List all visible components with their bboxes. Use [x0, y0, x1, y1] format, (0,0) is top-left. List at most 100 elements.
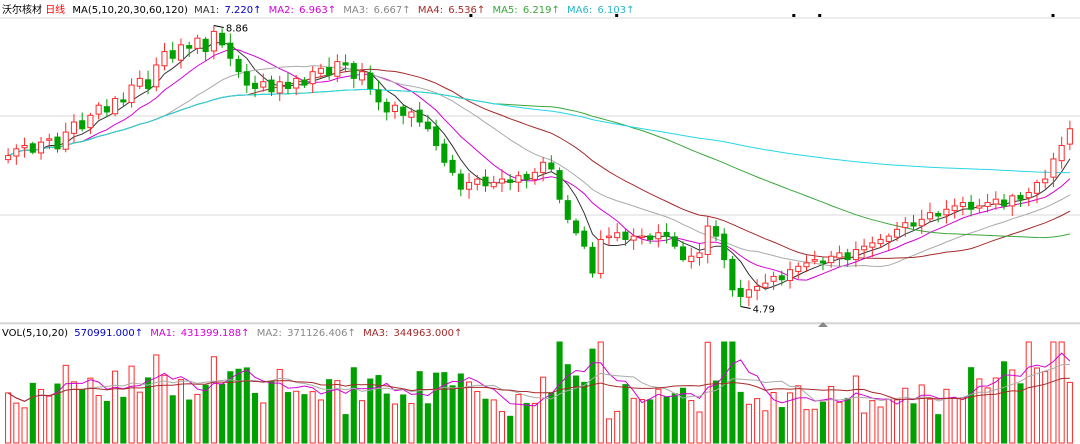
- candle-up: [893, 228, 901, 238]
- candle-up: [128, 84, 135, 104]
- candle-down: [375, 89, 382, 103]
- candle-up: [1042, 178, 1049, 184]
- candle-up: [177, 44, 185, 61]
- legend-ma4-value: 6.536↑: [448, 5, 485, 16]
- candle-down: [367, 72, 374, 89]
- volume-bar-down: [120, 396, 127, 444]
- candle-up: [70, 121, 78, 134]
- candle-down: [589, 246, 596, 274]
- candle-up: [877, 238, 884, 245]
- volume-bar-down: [507, 415, 514, 444]
- candle-down: [120, 99, 127, 103]
- vol-legend-ma1-label: MA1:: [150, 328, 175, 339]
- candle-up: [614, 232, 621, 239]
- volume-bar-up: [696, 411, 703, 444]
- volume-bar-up: [358, 400, 366, 444]
- volume-bar-up: [638, 399, 645, 444]
- candle-up: [959, 202, 966, 207]
- candle-down: [243, 71, 250, 86]
- candle-down: [350, 63, 357, 79]
- volume-bar-down: [671, 393, 678, 444]
- vol-legend-ma3-label: MA3:: [363, 328, 388, 339]
- candle-down: [663, 231, 670, 237]
- candle-up: [46, 138, 53, 141]
- volume-bar-down: [449, 385, 456, 444]
- volume-bar-up: [391, 403, 399, 444]
- volume-bar-down: [721, 341, 728, 444]
- volume-bar-up: [943, 388, 950, 444]
- candle-up: [638, 235, 645, 238]
- low-marker-label: 4.79: [753, 304, 775, 315]
- legend-ma2-label: MA2:: [269, 5, 294, 16]
- candle-up: [408, 111, 415, 118]
- volume-bar-up: [836, 401, 843, 444]
- volume-bar-up: [992, 377, 999, 444]
- volume-bar-up: [795, 385, 802, 444]
- volume-value: 570991.000↑: [74, 328, 143, 339]
- candle-down: [819, 260, 827, 264]
- volume-bar-up: [177, 379, 185, 444]
- volume-bar-down: [910, 403, 917, 444]
- candle-up: [951, 205, 958, 212]
- volume-bar-down: [968, 367, 975, 444]
- volume-bar-up: [62, 364, 69, 444]
- candle-down: [227, 42, 234, 59]
- candle-down: [844, 252, 851, 261]
- candle-up: [62, 131, 69, 150]
- volume-bar-up: [762, 410, 769, 444]
- volume-bar-down: [219, 383, 226, 444]
- candle-up: [276, 81, 283, 94]
- volume-bar-down: [737, 391, 744, 444]
- volume-bar-down: [457, 373, 464, 444]
- candle-up: [1025, 191, 1032, 199]
- volume-bar-down: [581, 381, 588, 444]
- candle-down: [721, 233, 728, 261]
- candle-down: [79, 120, 86, 130]
- volume-bar-down: [103, 400, 110, 444]
- candle-up: [87, 114, 94, 129]
- candle-down: [268, 79, 275, 93]
- volume-bar-down: [622, 384, 629, 444]
- candle-down: [1017, 194, 1024, 200]
- volume-bar-down: [1000, 361, 1008, 444]
- volume-bar-up: [46, 395, 53, 444]
- volume-bar-down: [523, 402, 530, 444]
- candle-down: [581, 230, 588, 247]
- volume-bar-up: [828, 385, 835, 444]
- volume-bar-up: [959, 397, 966, 444]
- volume-bar-up: [976, 378, 983, 444]
- volume-bar-down: [548, 392, 555, 444]
- volume-bar-up: [861, 412, 868, 444]
- candle-up: [902, 222, 909, 229]
- volume-bar-up: [153, 354, 160, 444]
- volume-bar-up: [926, 398, 934, 444]
- candle-up: [811, 259, 818, 262]
- candle-up: [786, 269, 794, 281]
- volume-bar-up: [21, 407, 28, 444]
- candle-down: [556, 170, 563, 200]
- kline-chart[interactable]: 8.86 4.79 沃尔核材 日线 MA(5,10,20,30,60,120) M…: [0, 0, 1080, 444]
- candle-down: [457, 173, 464, 190]
- volume-bar-up: [1058, 341, 1065, 444]
- volume-bar-up: [803, 409, 810, 444]
- candle-up: [1066, 128, 1073, 145]
- volume-bar-up: [811, 408, 818, 444]
- volume-bar-down: [778, 407, 785, 444]
- volume-bar-down: [301, 394, 308, 444]
- candle-down: [564, 200, 571, 220]
- candle-up: [754, 285, 761, 291]
- candle-up: [136, 77, 143, 87]
- volume-bar-down: [572, 375, 580, 444]
- volume-bar-down: [29, 382, 36, 444]
- volume-bar-down: [169, 395, 176, 444]
- volume-bar-up: [852, 375, 859, 444]
- candle-up: [795, 265, 802, 272]
- candle-down: [103, 106, 110, 113]
- volume-bar-down: [1017, 383, 1024, 444]
- volume-bar-up: [605, 418, 613, 444]
- volume-bar-down: [284, 392, 292, 444]
- volume-bar-up: [531, 402, 538, 444]
- candle-down: [671, 236, 678, 247]
- candle-up: [926, 212, 934, 220]
- candle-up: [861, 245, 868, 251]
